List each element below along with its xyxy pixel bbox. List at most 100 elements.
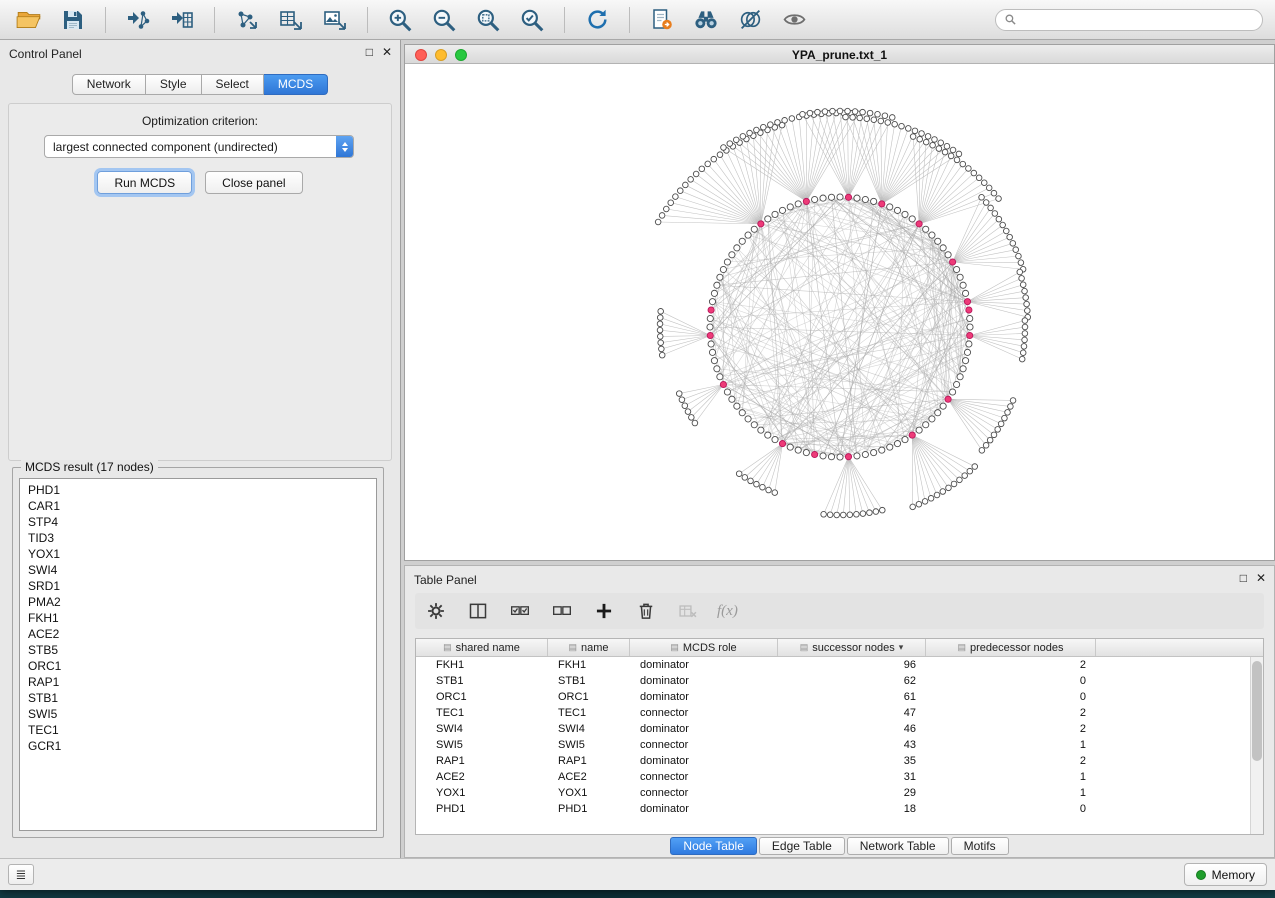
column-sort-icon: ▤: [957, 642, 966, 653]
zoom-out-icon[interactable]: [427, 4, 461, 36]
run-mcds-button[interactable]: Run MCDS: [97, 171, 192, 194]
mcds-result-item[interactable]: STP4: [20, 514, 376, 530]
optimization-criterion-label: Optimization criterion:: [0, 114, 400, 128]
float-panel-icon[interactable]: □: [1240, 571, 1247, 585]
network-canvas-svg: [405, 64, 1274, 560]
mcds-result-item[interactable]: CAR1: [20, 498, 376, 514]
table-row[interactable]: PHD1PHD1dominator180: [416, 801, 1250, 817]
tab-node-table[interactable]: Node Table: [670, 837, 757, 855]
table-settings-gear-icon[interactable]: [423, 598, 449, 624]
mcds-result-group: MCDS result (17 nodes) PHD1CAR1STP4TID3Y…: [12, 467, 384, 838]
control-panel-header: Control Panel □ ✕: [0, 40, 400, 66]
node-table-header: ▤shared name▤name▤MCDS role▤successor no…: [416, 639, 1263, 657]
table-row[interactable]: SWI5SWI5connector431: [416, 737, 1250, 753]
table-row[interactable]: TEC1TEC1connector472: [416, 705, 1250, 721]
table-row[interactable]: ACE2ACE2connector311: [416, 769, 1250, 785]
memory-button[interactable]: Memory: [1184, 863, 1267, 886]
table-row[interactable]: STB1STB1dominator620: [416, 673, 1250, 689]
mcds-result-item[interactable]: PMA2: [20, 594, 376, 610]
open-folder-icon[interactable]: [12, 4, 46, 36]
select-all-icon[interactable]: [507, 598, 533, 624]
mcds-result-item[interactable]: STB1: [20, 690, 376, 706]
table-scrollbar-thumb[interactable]: [1252, 661, 1262, 761]
close-panel-icon[interactable]: ✕: [382, 45, 392, 59]
refresh-icon[interactable]: [580, 4, 614, 36]
network-titlebar: YPA_prune.txt_1: [405, 45, 1274, 64]
delete-column-trash-icon[interactable]: [633, 598, 659, 624]
node-table-body: FKH1FKH1dominator962STB1STB1dominator620…: [416, 657, 1250, 834]
close-panel-icon[interactable]: ✕: [1256, 571, 1266, 585]
show-column-icon[interactable]: [465, 598, 491, 624]
mcds-result-item[interactable]: YOX1: [20, 546, 376, 562]
column-header-name[interactable]: ▤name: [548, 639, 630, 656]
mcds-result-item[interactable]: SWI4: [20, 562, 376, 578]
criterion-dropdown-value: largest connected component (undirected): [53, 140, 278, 154]
toolbar-separator: [564, 7, 565, 33]
table-row[interactable]: FKH1FKH1dominator962: [416, 657, 1250, 673]
column-header-MCDS-role[interactable]: ▤MCDS role: [630, 639, 778, 656]
mcds-result-item[interactable]: ACE2: [20, 626, 376, 642]
save-icon[interactable]: [56, 4, 90, 36]
import-table-icon[interactable]: [165, 4, 199, 36]
import-network-icon[interactable]: [121, 4, 155, 36]
mcds-result-item[interactable]: TEC1: [20, 722, 376, 738]
table-tabs: Node TableEdge TableNetwork TableMotifs: [405, 837, 1274, 855]
column-sort-icon: ▤: [443, 642, 452, 653]
search-icon: [1004, 13, 1017, 26]
mcds-result-item[interactable]: GCR1: [20, 738, 376, 754]
control-panel-title: Control Panel: [9, 47, 82, 61]
chevron-down-icon: ▾: [899, 642, 904, 653]
table-row[interactable]: SWI4SWI4dominator462: [416, 721, 1250, 737]
mcds-result-item[interactable]: FKH1: [20, 610, 376, 626]
mcds-result-item[interactable]: SWI5: [20, 706, 376, 722]
criterion-dropdown[interactable]: largest connected component (undirected): [44, 135, 354, 158]
mcds-result-list: PHD1CAR1STP4TID3YOX1SWI4SRD1PMA2FKH1ACE2…: [19, 478, 377, 831]
tab-network[interactable]: Network: [72, 74, 146, 95]
add-column-icon[interactable]: [591, 598, 617, 624]
tab-network-table[interactable]: Network Table: [847, 837, 949, 855]
delete-table-icon-disabled: [675, 598, 701, 624]
task-history-icon[interactable]: ≣: [8, 864, 34, 885]
deselect-all-icon[interactable]: [549, 598, 575, 624]
zoom-fit-icon[interactable]: [471, 4, 505, 36]
column-header-shared-name[interactable]: ▤shared name: [416, 639, 548, 656]
memory-status-dot: [1196, 870, 1206, 880]
control-panel: Control Panel □ ✕ NetworkStyleSelectMCDS…: [0, 40, 401, 858]
share-document-icon[interactable]: [645, 4, 679, 36]
tab-select[interactable]: Select: [202, 74, 264, 95]
tab-style[interactable]: Style: [146, 74, 202, 95]
toolbar-separator: [105, 7, 106, 33]
table-scrollbar[interactable]: [1250, 657, 1263, 834]
show-graphics-eye-icon[interactable]: [777, 4, 811, 36]
mcds-result-item[interactable]: TID3: [20, 530, 376, 546]
mcds-result-item[interactable]: ORC1: [20, 658, 376, 674]
mcds-result-item[interactable]: SRD1: [20, 578, 376, 594]
export-image-icon[interactable]: [318, 4, 352, 36]
zoom-in-icon[interactable]: [383, 4, 417, 36]
table-row[interactable]: ORC1ORC1dominator610: [416, 689, 1250, 705]
export-network-icon[interactable]: [230, 4, 264, 36]
toolbar-separator: [367, 7, 368, 33]
column-header-predecessor-nodes[interactable]: ▤predecessor nodes: [926, 639, 1096, 656]
table-row[interactable]: YOX1YOX1connector291: [416, 785, 1250, 801]
first-neighbors-icon[interactable]: [689, 4, 723, 36]
mcds-result-item[interactable]: RAP1: [20, 674, 376, 690]
mcds-result-item[interactable]: PHD1: [20, 482, 376, 498]
search-input[interactable]: [1022, 13, 1254, 27]
column-header-successor-nodes[interactable]: ▤successor nodes▾: [778, 639, 926, 656]
network-canvas[interactable]: [405, 64, 1274, 560]
float-panel-icon[interactable]: □: [366, 45, 373, 59]
memory-label: Memory: [1212, 868, 1255, 882]
tab-mcds[interactable]: MCDS: [264, 74, 328, 95]
close-panel-button[interactable]: Close panel: [205, 171, 302, 194]
table-row[interactable]: RAP1RAP1dominator352: [416, 753, 1250, 769]
table-panel: Table Panel □ ✕: [404, 565, 1275, 858]
zoom-selected-icon[interactable]: [515, 4, 549, 36]
mcds-result-item[interactable]: STB5: [20, 642, 376, 658]
tab-edge-table[interactable]: Edge Table: [759, 837, 845, 855]
hide-details-icon[interactable]: [733, 4, 767, 36]
table-toolbar: f(x): [415, 593, 1264, 629]
tab-motifs[interactable]: Motifs: [951, 837, 1009, 855]
export-table-icon[interactable]: [274, 4, 308, 36]
mcds-result-title: MCDS result (17 nodes): [21, 460, 158, 474]
